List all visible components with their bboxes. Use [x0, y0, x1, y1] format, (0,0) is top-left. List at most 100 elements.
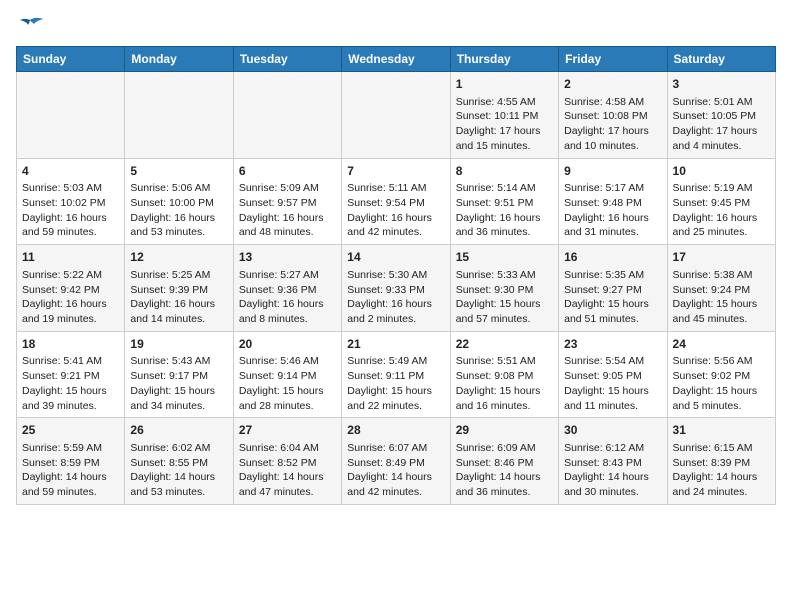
- cell-content: Sunset: 10:00 PM: [130, 196, 227, 211]
- cell-content: Sunrise: 5:41 AM: [22, 354, 119, 369]
- day-number: 1: [456, 76, 553, 93]
- cell-content: Daylight: 15 hours: [239, 384, 336, 399]
- cell-content: Sunrise: 5:06 AM: [130, 181, 227, 196]
- cell-content: Daylight: 16 hours: [22, 211, 119, 226]
- cell-content: Sunset: 9:51 PM: [456, 196, 553, 211]
- cell-content: and 25 minutes.: [673, 225, 770, 240]
- calendar-cell: 22Sunrise: 5:51 AMSunset: 9:08 PMDayligh…: [450, 331, 558, 418]
- cell-content: Daylight: 15 hours: [673, 384, 770, 399]
- calendar-cell: 30Sunrise: 6:12 AMSunset: 8:43 PMDayligh…: [559, 418, 667, 505]
- cell-content: and 47 minutes.: [239, 485, 336, 500]
- cell-content: and 4 minutes.: [673, 139, 770, 154]
- day-number: 2: [564, 76, 661, 93]
- day-number: 26: [130, 422, 227, 439]
- cell-content: Daylight: 16 hours: [456, 211, 553, 226]
- day-number: 14: [347, 249, 444, 266]
- cell-content: and 14 minutes.: [130, 312, 227, 327]
- cell-content: Sunset: 9:33 PM: [347, 283, 444, 298]
- cell-content: and 10 minutes.: [564, 139, 661, 154]
- calendar-cell: 14Sunrise: 5:30 AMSunset: 9:33 PMDayligh…: [342, 245, 450, 332]
- day-number: 6: [239, 163, 336, 180]
- day-number: 18: [22, 336, 119, 353]
- day-number: 7: [347, 163, 444, 180]
- calendar-cell: 19Sunrise: 5:43 AMSunset: 9:17 PMDayligh…: [125, 331, 233, 418]
- cell-content: Sunrise: 6:09 AM: [456, 441, 553, 456]
- calendar-cell: 6Sunrise: 5:09 AMSunset: 9:57 PMDaylight…: [233, 158, 341, 245]
- cell-content: Sunrise: 5:11 AM: [347, 181, 444, 196]
- cell-content: Sunset: 8:59 PM: [22, 456, 119, 471]
- cell-content: Sunset: 10:11 PM: [456, 109, 553, 124]
- day-number: 3: [673, 76, 770, 93]
- cell-content: and 5 minutes.: [673, 399, 770, 414]
- cell-content: and 48 minutes.: [239, 225, 336, 240]
- cell-content: Sunset: 10:05 PM: [673, 109, 770, 124]
- cell-content: and 15 minutes.: [456, 139, 553, 154]
- cell-content: Sunset: 9:02 PM: [673, 369, 770, 384]
- calendar-cell: [233, 72, 341, 159]
- logo: [16, 16, 48, 38]
- cell-content: Daylight: 15 hours: [564, 384, 661, 399]
- cell-content: Daylight: 15 hours: [564, 297, 661, 312]
- day-number: 28: [347, 422, 444, 439]
- day-number: 5: [130, 163, 227, 180]
- cell-content: Sunset: 9:54 PM: [347, 196, 444, 211]
- cell-content: and 16 minutes.: [456, 399, 553, 414]
- cell-content: Sunrise: 5:56 AM: [673, 354, 770, 369]
- day-number: 9: [564, 163, 661, 180]
- cell-content: Sunrise: 6:07 AM: [347, 441, 444, 456]
- cell-content: Sunrise: 5:49 AM: [347, 354, 444, 369]
- cell-content: Daylight: 17 hours: [673, 124, 770, 139]
- cell-content: and 31 minutes.: [564, 225, 661, 240]
- cell-content: Sunset: 9:57 PM: [239, 196, 336, 211]
- cell-content: Sunrise: 5:01 AM: [673, 95, 770, 110]
- cell-content: Sunset: 9:24 PM: [673, 283, 770, 298]
- day-number: 22: [456, 336, 553, 353]
- cell-content: and 51 minutes.: [564, 312, 661, 327]
- cell-content: Sunset: 8:39 PM: [673, 456, 770, 471]
- day-number: 19: [130, 336, 227, 353]
- day-number: 12: [130, 249, 227, 266]
- cell-content: Sunrise: 5:54 AM: [564, 354, 661, 369]
- day-number: 24: [673, 336, 770, 353]
- cell-content: and 8 minutes.: [239, 312, 336, 327]
- cell-content: and 36 minutes.: [456, 485, 553, 500]
- calendar-table: SundayMondayTuesdayWednesdayThursdayFrid…: [16, 46, 776, 505]
- day-number: 13: [239, 249, 336, 266]
- cell-content: and 57 minutes.: [456, 312, 553, 327]
- cell-content: and 34 minutes.: [130, 399, 227, 414]
- cell-content: Sunset: 9:14 PM: [239, 369, 336, 384]
- cell-content: Sunrise: 4:55 AM: [456, 95, 553, 110]
- day-number: 21: [347, 336, 444, 353]
- calendar-cell: 24Sunrise: 5:56 AMSunset: 9:02 PMDayligh…: [667, 331, 775, 418]
- cell-content: Sunset: 9:48 PM: [564, 196, 661, 211]
- cell-content: Daylight: 16 hours: [347, 297, 444, 312]
- cell-content: Sunrise: 5:43 AM: [130, 354, 227, 369]
- day-header-tuesday: Tuesday: [233, 47, 341, 72]
- cell-content: Daylight: 16 hours: [239, 297, 336, 312]
- cell-content: Daylight: 15 hours: [347, 384, 444, 399]
- cell-content: Daylight: 16 hours: [22, 297, 119, 312]
- cell-content: Sunset: 9:42 PM: [22, 283, 119, 298]
- cell-content: Sunset: 8:49 PM: [347, 456, 444, 471]
- cell-content: Sunset: 8:55 PM: [130, 456, 227, 471]
- cell-content: Sunrise: 5:22 AM: [22, 268, 119, 283]
- cell-content: Sunset: 9:21 PM: [22, 369, 119, 384]
- calendar-cell: 16Sunrise: 5:35 AMSunset: 9:27 PMDayligh…: [559, 245, 667, 332]
- cell-content: and 36 minutes.: [456, 225, 553, 240]
- cell-content: Daylight: 14 hours: [347, 470, 444, 485]
- cell-content: and 22 minutes.: [347, 399, 444, 414]
- cell-content: Sunrise: 5:33 AM: [456, 268, 553, 283]
- cell-content: Daylight: 16 hours: [564, 211, 661, 226]
- cell-content: Daylight: 15 hours: [456, 384, 553, 399]
- calendar-cell: 20Sunrise: 5:46 AMSunset: 9:14 PMDayligh…: [233, 331, 341, 418]
- calendar-cell: [125, 72, 233, 159]
- cell-content: Sunset: 10:02 PM: [22, 196, 119, 211]
- cell-content: Sunrise: 4:58 AM: [564, 95, 661, 110]
- day-number: 8: [456, 163, 553, 180]
- cell-content: Sunrise: 5:51 AM: [456, 354, 553, 369]
- cell-content: Sunrise: 5:27 AM: [239, 268, 336, 283]
- calendar-cell: 31Sunrise: 6:15 AMSunset: 8:39 PMDayligh…: [667, 418, 775, 505]
- cell-content: Sunrise: 5:25 AM: [130, 268, 227, 283]
- cell-content: Sunrise: 6:04 AM: [239, 441, 336, 456]
- cell-content: Sunrise: 6:15 AM: [673, 441, 770, 456]
